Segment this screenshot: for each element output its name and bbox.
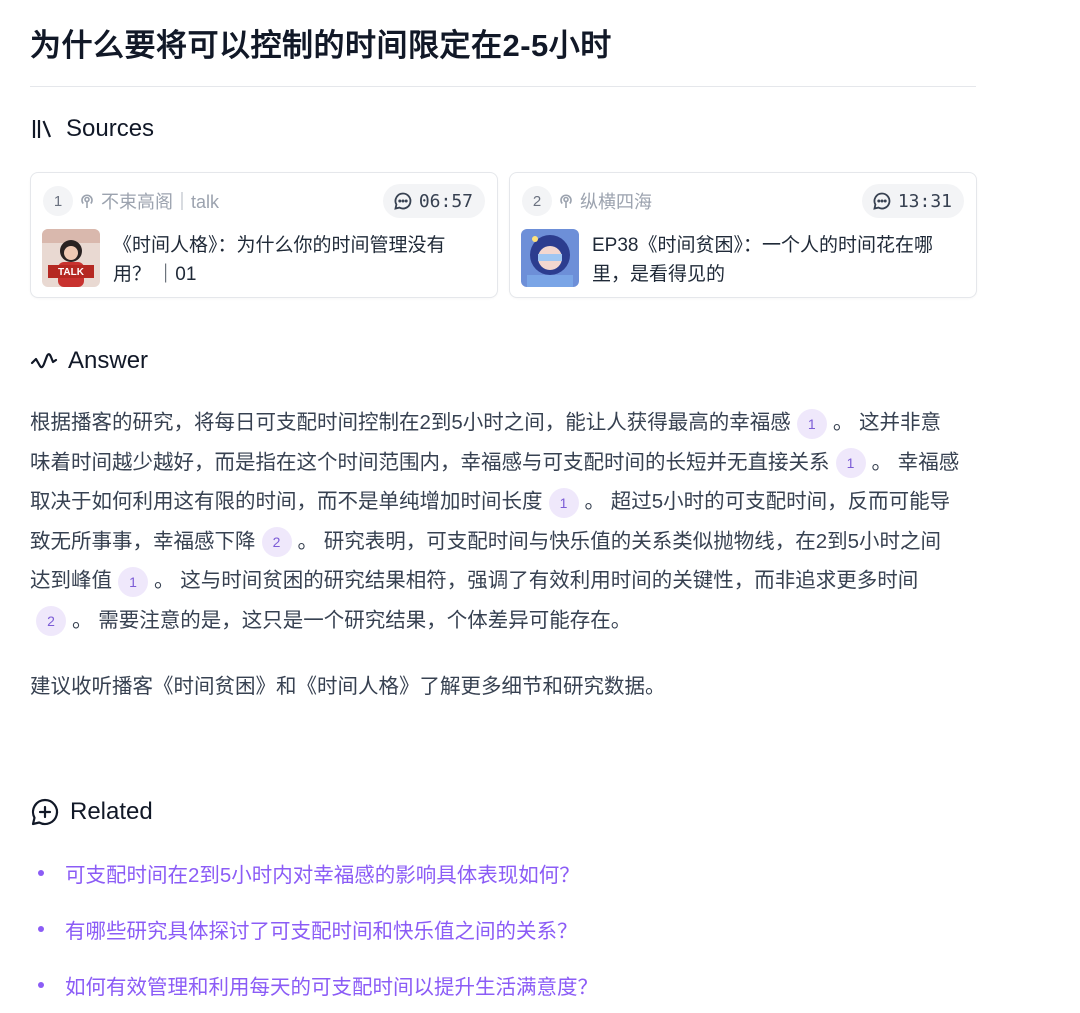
related-question-text[interactable]: 有哪些研究具体探讨了可支配时间和快乐值之间的关系？ bbox=[65, 914, 578, 944]
citation-badge[interactable]: 1 bbox=[835, 448, 866, 479]
episode-thumbnail: TALK bbox=[42, 229, 100, 287]
answer-wave-icon bbox=[30, 351, 58, 371]
timestamp-pill[interactable]: 13:31 bbox=[861, 184, 964, 218]
citation-badge[interactable]: 2 bbox=[261, 527, 292, 558]
related-question-item[interactable]: 有哪些研究具体探讨了可支配时间和快乐值之间的关系？ bbox=[30, 901, 598, 957]
chat-bubble-icon bbox=[873, 192, 891, 210]
answer-paragraph: 建议收听播客《时间贫困》和《时间人格》了解更多细节和研究数据。 bbox=[30, 675, 666, 698]
plus-bubble-icon bbox=[30, 797, 60, 827]
related-questions-list: 可支配时间在2到5小时内对幸福感的影响具体表现如何？ 有哪些研究具体探讨了可支配… bbox=[30, 845, 598, 1013]
bullet-dot bbox=[38, 926, 44, 932]
podcast-name: 不束高阁｜talk bbox=[101, 192, 220, 212]
answer-paragraph: 根据播客的研究，将每日可支配时间控制在2到5小时之间，能让人获得最高的幸福感 1。… bbox=[30, 403, 960, 640]
citation-badge[interactable]: 1 bbox=[796, 408, 827, 439]
sources-heading-label: Sources bbox=[66, 115, 155, 142]
episode-thumbnail bbox=[521, 229, 579, 287]
title-divider bbox=[30, 86, 976, 87]
chat-bubble-icon bbox=[394, 192, 412, 210]
source-index-badge: 2 bbox=[522, 186, 552, 216]
citation-badge[interactable]: 1 bbox=[118, 566, 148, 597]
related-heading-label: Related bbox=[70, 798, 153, 825]
related-question-text[interactable]: 如何有效管理和利用每天的可支配时间以提升生活满意度？ bbox=[65, 970, 598, 1000]
thumbnail-caption: TALK bbox=[58, 267, 85, 278]
timestamp: 06:57 bbox=[418, 190, 473, 212]
answer-heading-label: Answer bbox=[68, 347, 149, 374]
source-index-badge: 1 bbox=[43, 186, 73, 216]
podcast-name: 纵横四海 bbox=[580, 192, 652, 212]
source-card-1[interactable]: 1 不束高阁｜talk 06:57 TALK 《时间人格》：为什么你的时间管理没… bbox=[30, 172, 498, 298]
page-title: 为什么要将可以控制的时间限定在2-5小时 bbox=[30, 28, 612, 63]
library-icon bbox=[30, 117, 56, 141]
podcast-icon bbox=[81, 194, 93, 208]
related-question-text[interactable]: 可支配时间在2到5小时内对幸福感的影响具体表现如何？ bbox=[65, 858, 580, 888]
episode-title[interactable]: 《时间人格》：为什么你的时间管理没有用？ ｜01 bbox=[113, 231, 473, 289]
answer-body: 根据播客的研究，将每日可支配时间控制在2到5小时之间，能让人获得最高的幸福感 1。… bbox=[30, 403, 960, 707]
bullet-dot bbox=[38, 982, 44, 988]
answer-text: 。 需要注意的是，这只是一个研究结果，个体差异可能存在。 bbox=[72, 608, 632, 632]
citation-badge[interactable]: 2 bbox=[36, 606, 66, 637]
related-question-item[interactable]: 可支配时间在2到5小时内对幸福感的影响具体表现如何？ bbox=[30, 845, 598, 901]
source-card-meta: 1 不束高阁｜talk bbox=[43, 186, 219, 216]
citation-badge[interactable]: 1 bbox=[548, 487, 579, 518]
podcast-icon bbox=[560, 194, 572, 208]
timestamp: 13:31 bbox=[897, 190, 952, 212]
bullet-dot bbox=[38, 870, 44, 876]
related-heading: Related bbox=[30, 797, 153, 827]
source-card-2[interactable]: 2 纵横四海 13:31 EP38《时间贫困》：一个人的时间花在哪里，是看得见的 bbox=[509, 172, 977, 298]
answer-page: 为什么要将可以控制的时间限定在2-5小时 Sources 1 不束高阁｜talk bbox=[0, 0, 1080, 1005]
answer-text: 。 这与时间贫困的研究结果相符，强调了有效利用时间的关键性，而非追求更多时间 bbox=[154, 569, 919, 592]
answer-text: 根据播客的研究，将每日可支配时间控制在2到5小时之间，能让人获得最高的幸福感 bbox=[30, 411, 791, 434]
sources-heading: Sources bbox=[30, 115, 154, 143]
episode-title[interactable]: EP38《时间贫困》：一个人的时间花在哪里，是看得见的 bbox=[592, 231, 952, 289]
source-card-meta: 2 纵横四海 bbox=[522, 186, 652, 216]
timestamp-pill[interactable]: 06:57 bbox=[382, 184, 485, 218]
answer-heading: Answer bbox=[30, 347, 148, 375]
